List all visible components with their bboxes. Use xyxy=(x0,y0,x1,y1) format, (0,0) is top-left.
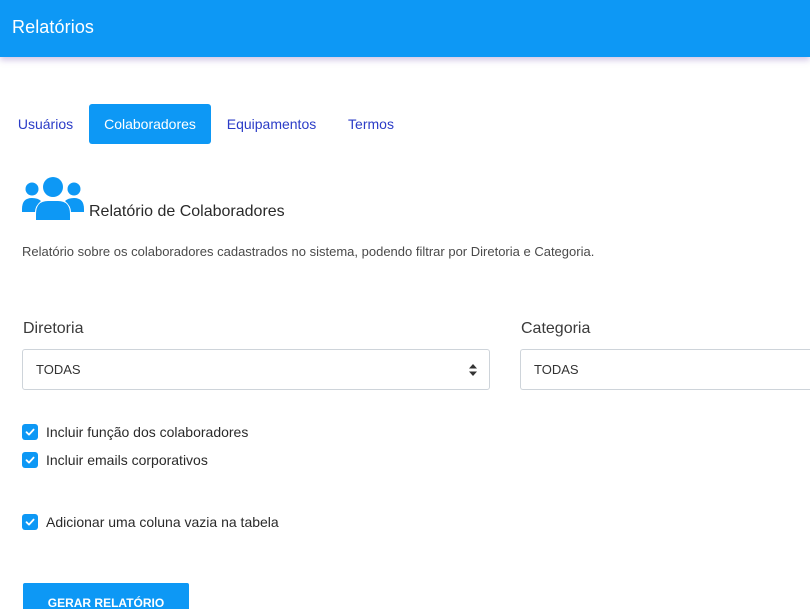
checkbox-checked[interactable] xyxy=(22,452,38,468)
diretoria-label: Diretoria xyxy=(23,320,84,337)
checkbox-checked[interactable] xyxy=(22,514,38,530)
categoria-label: Categoria xyxy=(521,320,591,337)
tab-equipamentos[interactable]: Equipamentos xyxy=(219,104,324,144)
tab-termos[interactable]: Termos xyxy=(340,104,402,144)
check-icon xyxy=(25,428,35,436)
categoria-select-value: TODAS xyxy=(534,362,579,377)
tab-colaboradores[interactable]: Colaboradores xyxy=(89,104,211,144)
option-label: Incluir função dos colaboradores xyxy=(46,424,249,440)
section-description: Relatório sobre os colaboradores cadastr… xyxy=(22,244,595,259)
users-group-icon xyxy=(22,177,84,220)
check-icon xyxy=(25,518,35,526)
check-icon xyxy=(25,456,35,464)
diretoria-select[interactable]: TODAS xyxy=(22,349,490,390)
generate-report-button[interactable]: GERAR RELATÓRIO xyxy=(23,583,189,609)
tab-usuarios[interactable]: Usuários xyxy=(10,104,81,144)
checkbox-checked[interactable] xyxy=(22,424,38,440)
option-label: Incluir emails corporativos xyxy=(46,452,208,468)
option-label: Adicionar uma coluna vazia na tabela xyxy=(46,514,279,530)
top-app-bar: Relatórios xyxy=(0,0,810,57)
sort-arrows-icon xyxy=(469,364,477,376)
section-title: Relatório de Colaboradores xyxy=(89,203,285,220)
categoria-select[interactable]: TODAS xyxy=(520,349,810,390)
page-title: Relatórios xyxy=(12,17,95,37)
diretoria-select-value: TODAS xyxy=(36,362,81,377)
